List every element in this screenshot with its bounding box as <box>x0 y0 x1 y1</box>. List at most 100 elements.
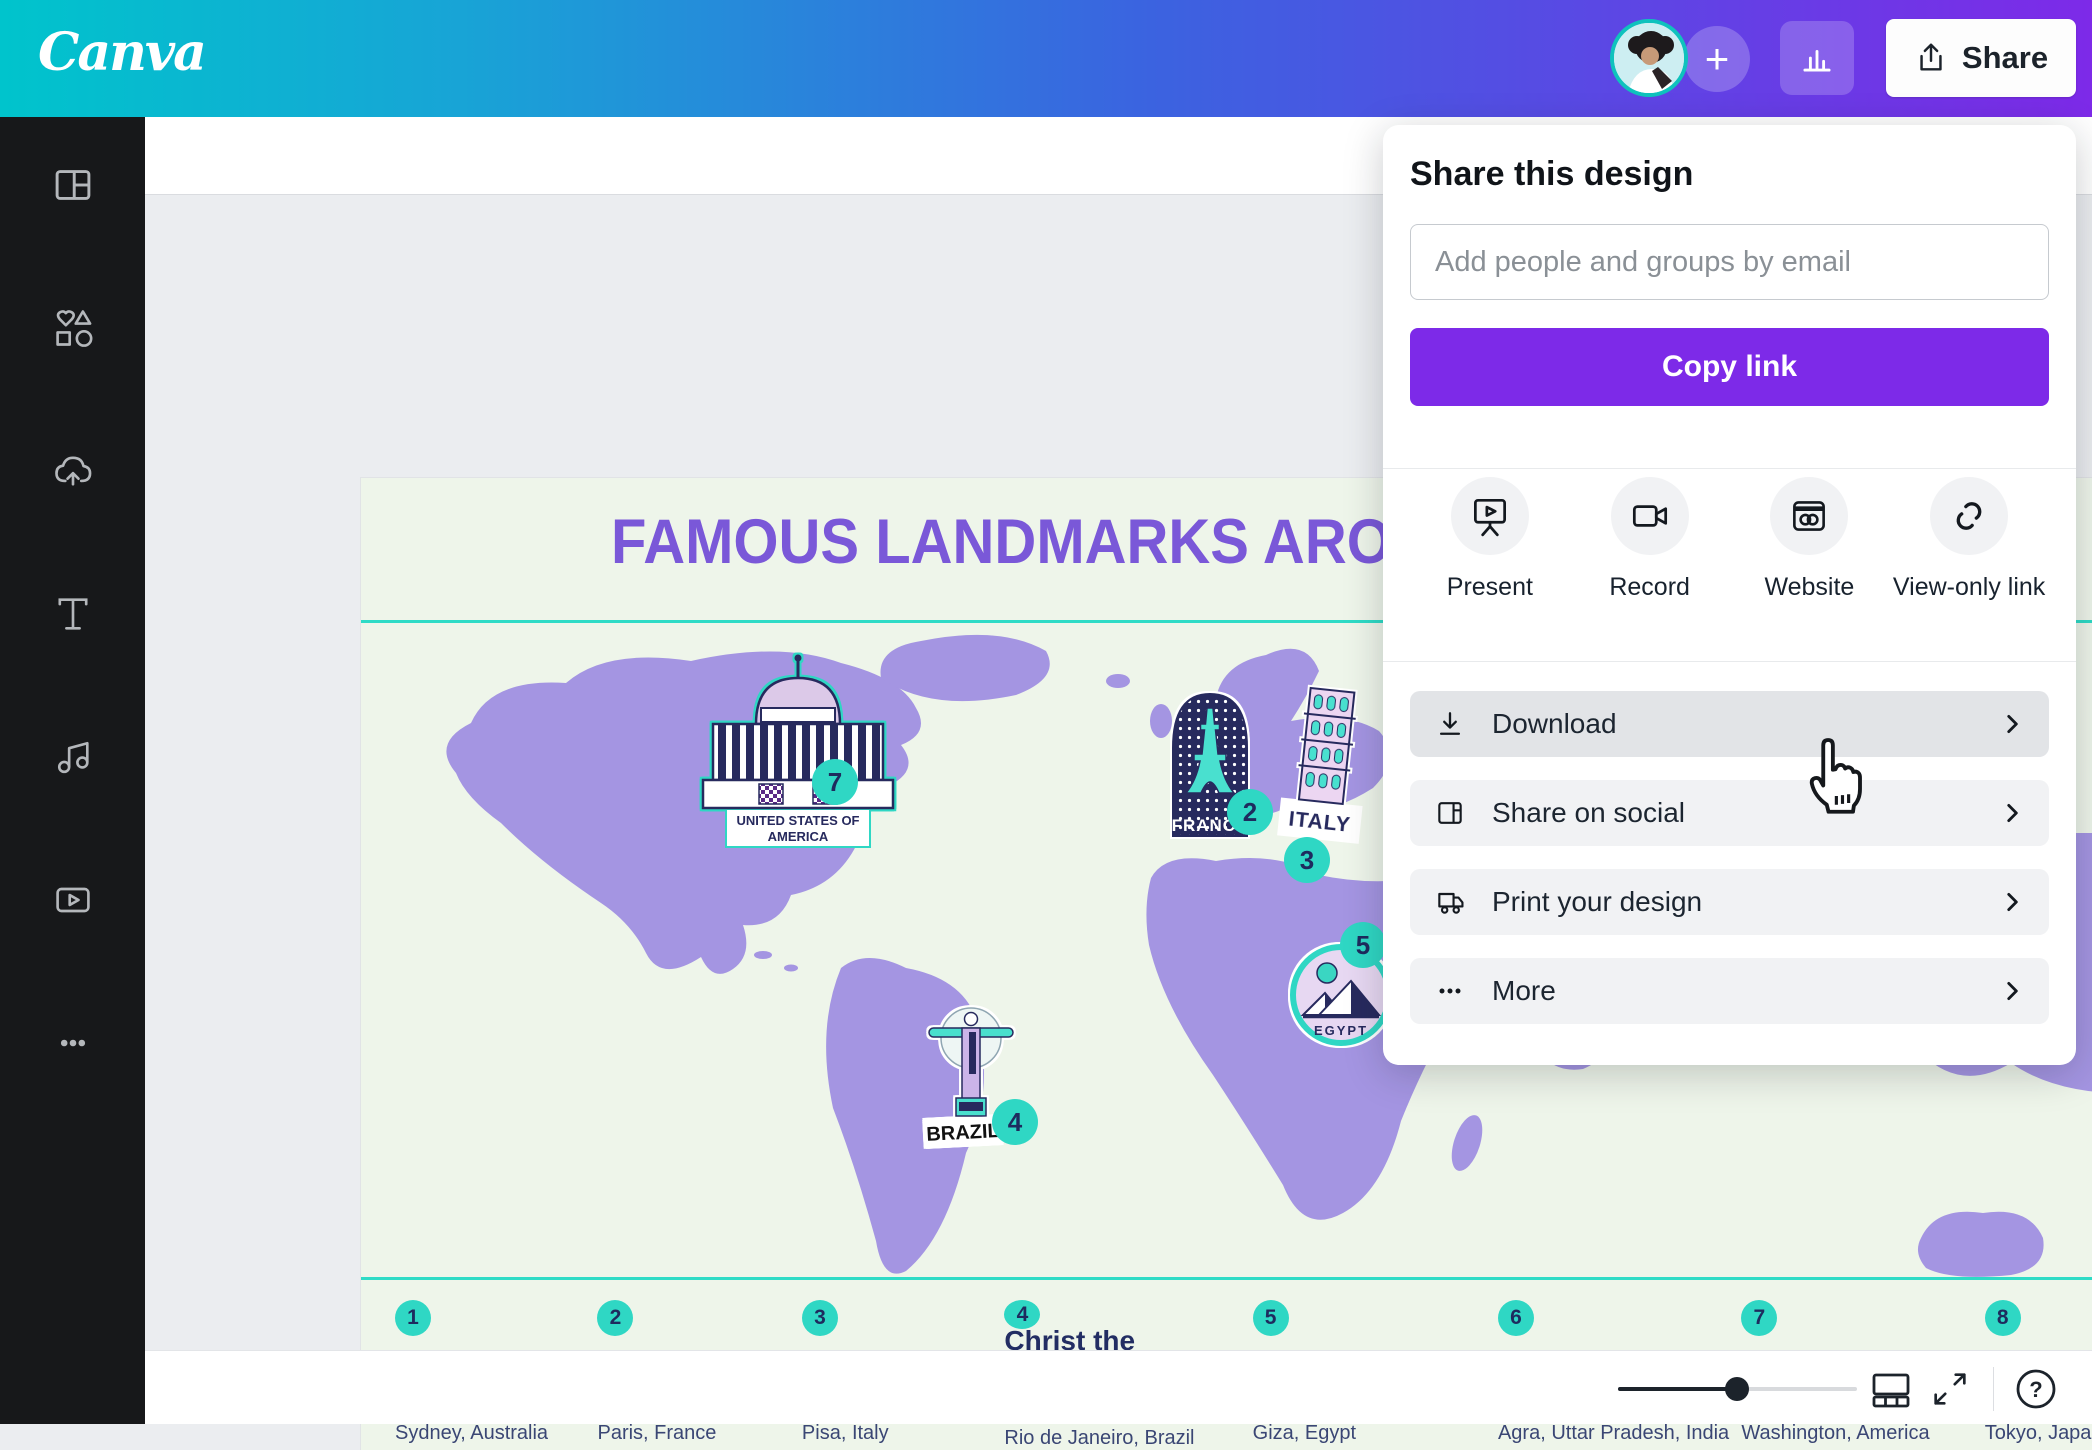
quick-action-present[interactable]: Present <box>1410 477 1570 602</box>
website-icon <box>1786 493 1832 539</box>
copy-link-button[interactable]: Copy link <box>1410 328 2049 406</box>
map-badge-4[interactable]: 4 <box>992 1099 1038 1145</box>
map-badge-5[interactable]: 5 <box>1340 922 1386 968</box>
map-badge-3-number: 3 <box>1300 845 1314 876</box>
bar-chart-icon <box>1795 36 1839 80</box>
view-only-link-icon <box>1946 493 1992 539</box>
share-email-input[interactable] <box>1410 224 2049 300</box>
usa-capitol-graphic: UNITED STATES OF AMERICA <box>701 650 911 848</box>
help-icon: ? <box>2014 1367 2058 1411</box>
landmark-location: Giza, Egypt <box>1253 1422 1356 1445</box>
sidebar-item-elements[interactable] <box>0 278 145 378</box>
menu-item-download[interactable]: Download <box>1410 691 2049 757</box>
cursor-hand-pointer <box>1790 733 1874 817</box>
top-bar: Canva + Share <box>0 0 2092 117</box>
panel-divider-1 <box>1383 468 2076 469</box>
bottom-bar: ? <box>145 1350 2092 1424</box>
share-panel: Share this design Copy link Present Rec <box>1383 125 2076 1065</box>
share-social-icon <box>1434 797 1466 829</box>
quick-action-record[interactable]: Record <box>1570 477 1730 602</box>
panel-divider-2 <box>1383 661 2076 662</box>
landmark-badge: 1 <box>395 1300 431 1336</box>
sidebar-item-videos[interactable] <box>0 850 145 950</box>
landmark-badge: 8 <box>1985 1300 2021 1336</box>
quick-action-label: View-only link <box>1893 573 2045 602</box>
sidebar-item-more[interactable] <box>0 993 145 1093</box>
sticker-brazil-label: BRAZIL <box>926 1120 1000 1146</box>
map-badge-7-number: 7 <box>828 767 842 798</box>
chevron-right-icon <box>1999 978 2025 1004</box>
templates-icon <box>51 163 95 207</box>
text-icon <box>51 592 95 636</box>
menu-item-label: Download <box>1492 708 1999 740</box>
sticker-egypt-label: EGYPT <box>1314 1023 1368 1038</box>
quick-actions-row: Present Record Website <box>1410 477 2049 602</box>
chevron-right-icon <box>1999 800 2025 826</box>
quick-action-label: Record <box>1609 573 1690 602</box>
help-button[interactable]: ? <box>2013 1366 2059 1412</box>
chevron-right-icon <box>1999 711 2025 737</box>
sticker-usa-label-line1: UNITED STATES OF <box>736 813 859 828</box>
zoom-slider-fill <box>1618 1387 1737 1391</box>
map-badge-3[interactable]: 3 <box>1284 837 1330 883</box>
zoom-slider[interactable] <box>1618 1387 1857 1391</box>
landmark-badge: 7 <box>1741 1300 1777 1336</box>
landmark-badge: 3 <box>802 1300 838 1336</box>
svg-text:?: ? <box>2029 1377 2042 1402</box>
share-button-label: Share <box>1962 40 2048 76</box>
upload-share-icon <box>1914 41 1948 75</box>
avatar[interactable] <box>1610 19 1688 97</box>
quick-action-website[interactable]: Website <box>1730 477 1890 602</box>
create-design-button[interactable]: + <box>1684 26 1750 92</box>
quick-action-label: Present <box>1447 573 1533 602</box>
canva-logo[interactable]: Canva <box>38 22 205 83</box>
fullscreen-button[interactable] <box>1927 1366 1973 1412</box>
italy-pisa-graphic: ITALY <box>1275 678 1377 846</box>
uploads-icon <box>51 449 95 493</box>
sidebar-item-templates[interactable] <box>0 135 145 235</box>
menu-item-label: More <box>1492 975 1999 1007</box>
map-badge-2-number: 2 <box>1243 797 1257 828</box>
landmark-badge: 5 <box>1253 1300 1289 1336</box>
landmark-badge: 2 <box>597 1300 633 1336</box>
sticker-italy-pisa[interactable]: ITALY <box>1275 678 1377 846</box>
map-badge-2[interactable]: 2 <box>1227 789 1273 835</box>
videos-icon <box>51 878 95 922</box>
elements-icon <box>51 306 95 350</box>
menu-item-print-your-design[interactable]: Print your design <box>1410 869 2049 935</box>
landmark-badge: 6 <box>1498 1300 1534 1336</box>
landmark-location: Tokyo, Japan <box>1985 1422 2092 1445</box>
landmark-location: Washington, America <box>1741 1422 1929 1445</box>
menu-item-share-on-social[interactable]: Share on social <box>1410 780 2049 846</box>
sidebar-item-uploads[interactable] <box>0 421 145 521</box>
menu-item-label: Share on social <box>1492 797 1999 829</box>
map-badge-5-number: 5 <box>1356 930 1370 961</box>
audio-icon <box>51 735 95 779</box>
sticker-usa-capitol[interactable]: UNITED STATES OF AMERICA <box>701 650 911 848</box>
menu-item-more[interactable]: More <box>1410 958 2049 1024</box>
sidebar-item-audio[interactable] <box>0 707 145 807</box>
quick-action-view-only-link[interactable]: View-only link <box>1889 477 2049 602</box>
pages-view-button[interactable] <box>1868 1366 1914 1412</box>
bottom-bar-divider <box>1993 1367 1994 1411</box>
print-truck-icon <box>1434 886 1466 918</box>
plus-icon: + <box>1705 35 1730 83</box>
zoom-slider-knob[interactable] <box>1725 1377 1749 1401</box>
share-button[interactable]: Share <box>1886 19 2076 97</box>
sidebar-item-text[interactable] <box>0 564 145 664</box>
insights-button[interactable] <box>1780 21 1854 95</box>
design-title-text[interactable]: FAMOUS LANDMARKS AROUND <box>611 506 1517 578</box>
pages-grid-icon <box>1869 1367 1913 1411</box>
quick-action-label: Website <box>1764 573 1854 602</box>
sticker-usa-label-line2: AMERICA <box>768 829 829 844</box>
map-badge-7[interactable]: 7 <box>812 759 858 805</box>
landmark-location: Paris, France <box>597 1422 716 1445</box>
share-panel-title: Share this design <box>1410 155 2049 194</box>
record-icon <box>1627 493 1673 539</box>
landmark-location: Pisa, Italy <box>802 1422 889 1445</box>
more-dots-icon <box>51 1021 95 1065</box>
menu-item-label: Print your design <box>1492 886 1999 918</box>
present-icon <box>1467 493 1513 539</box>
chevron-right-icon <box>1999 889 2025 915</box>
expand-arrows-icon <box>1929 1368 1971 1410</box>
